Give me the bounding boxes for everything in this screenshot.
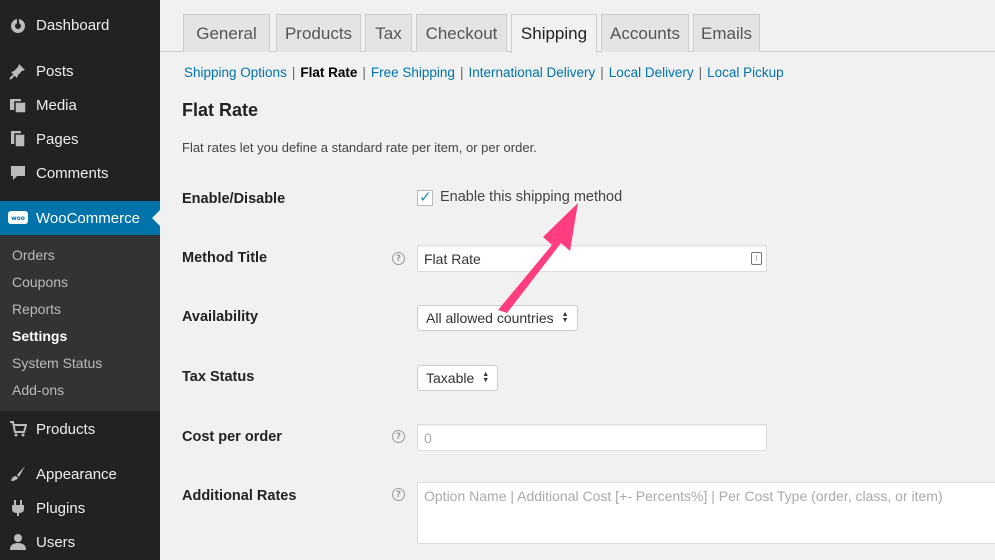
method-title-label: Method Title — [182, 250, 268, 266]
plug-icon — [8, 498, 28, 518]
menu-label: Dashboard — [36, 16, 110, 34]
menu-item-plugins[interactable]: Plugins — [0, 491, 160, 525]
comments-icon — [8, 163, 28, 183]
menu-item-users[interactable]: Users — [0, 525, 160, 559]
tab-shipping[interactable]: Shipping — [511, 14, 597, 53]
menu-label: Appearance — [36, 465, 117, 483]
subsub-flat-rate: Flat Rate — [300, 65, 358, 80]
subsub-free-shipping[interactable]: Free Shipping — [371, 65, 455, 80]
menu-item-woocommerce[interactable]: woo WooCommerce — [0, 201, 160, 235]
help-icon[interactable]: ? — [392, 252, 405, 265]
enable-checkbox[interactable] — [417, 188, 433, 206]
tax-status-select[interactable]: Taxable ▲ ▼ — [417, 365, 499, 391]
user-icon — [8, 532, 28, 552]
menu-item-dashboard[interactable]: Dashboard — [0, 8, 160, 42]
shipping-section-nav: Shipping Options | Flat Rate | Free Shipping… — [184, 65, 784, 80]
select-arrows-icon: ▲ ▼ — [482, 371, 490, 384]
menu-item-appearance[interactable]: Appearance — [0, 457, 160, 491]
main-content: General Products Tax Checkout Shipping A… — [160, 0, 995, 560]
menu-label: Plugins — [36, 499, 86, 517]
menu-label: Media — [36, 96, 77, 114]
menu-label: Posts — [36, 62, 74, 80]
enable-checkbox-label[interactable]: Enable this shipping method — [440, 189, 622, 205]
woocommerce-submenu: Orders Coupons Reports Settings System S… — [0, 235, 160, 411]
media-icon — [8, 95, 28, 115]
subsub-local-pickup[interactable]: Local Pickup — [707, 65, 784, 80]
method-title-input[interactable]: Flat Rate ⁝ — [417, 245, 767, 272]
additional-rates-textarea[interactable]: Option Name | Additional Cost [+- Percen… — [417, 482, 995, 544]
submenu-reports[interactable]: Reports — [12, 301, 61, 317]
subsub-local-delivery[interactable]: Local Delivery — [609, 65, 694, 80]
additional-rates-placeholder: Option Name | Additional Cost [+- Percen… — [424, 488, 943, 504]
select-arrows-icon: ▲ ▼ — [561, 311, 569, 324]
pages-icon — [8, 129, 28, 149]
menu-label: Pages — [36, 130, 79, 148]
cost-label: Cost per order — [182, 429, 282, 445]
pin-icon — [8, 61, 28, 81]
tab-general[interactable]: General — [183, 14, 270, 52]
help-icon[interactable]: ? — [392, 430, 405, 443]
menu-label: Comments — [36, 164, 109, 182]
submenu-add-ons[interactable]: Add-ons — [12, 382, 64, 398]
tax-status-label: Tax Status — [182, 369, 255, 385]
menu-item-media[interactable]: Media — [0, 88, 160, 122]
availability-label: Availability — [182, 309, 259, 325]
menu-item-products[interactable]: Products — [0, 412, 160, 446]
menu-label: WooCommerce — [36, 209, 140, 227]
help-icon[interactable]: ? — [392, 488, 405, 501]
tab-checkout[interactable]: Checkout — [416, 14, 507, 52]
submenu-orders[interactable]: Orders — [12, 247, 55, 263]
section-description: Flat rates let you define a standard rat… — [182, 140, 537, 155]
menu-item-posts[interactable]: Posts — [0, 54, 160, 88]
additional-rates-label: Additional Rates — [182, 488, 297, 504]
admin-sidebar: Dashboard Posts Media Pages Comments woo… — [0, 0, 160, 560]
submenu-settings[interactable]: Settings — [12, 328, 67, 344]
section-title: Flat Rate — [182, 100, 259, 120]
tab-tax[interactable]: Tax — [365, 14, 412, 52]
woo-icon: woo — [8, 208, 28, 228]
cost-placeholder: 0 — [424, 429, 432, 446]
settings-tabs: General Products Tax Checkout Shipping A… — [160, 0, 995, 53]
subsub-international-delivery[interactable]: International Delivery — [468, 65, 595, 80]
subsub-shipping-options[interactable]: Shipping Options — [184, 65, 287, 80]
cart-icon — [8, 419, 28, 439]
active-indicator — [152, 210, 160, 226]
method-title-value: Flat Rate — [424, 250, 481, 267]
tab-emails[interactable]: Emails — [693, 14, 760, 52]
menu-label: Users — [36, 533, 76, 551]
availability-value: All allowed countries — [426, 310, 554, 326]
submenu-system-status[interactable]: System Status — [12, 355, 102, 371]
tab-products[interactable]: Products — [276, 14, 361, 52]
cost-input[interactable]: 0 — [417, 424, 767, 451]
menu-item-pages[interactable]: Pages — [0, 122, 160, 156]
keychain-icon[interactable]: ⁝ — [751, 252, 762, 265]
tax-status-value: Taxable — [426, 370, 475, 386]
tab-accounts[interactable]: Accounts — [601, 14, 689, 52]
woo-badge-text: woo — [11, 215, 25, 222]
enable-label: Enable/Disable — [182, 191, 286, 207]
brush-icon — [8, 464, 28, 484]
availability-select[interactable]: All allowed countries ▲ ▼ — [417, 305, 578, 331]
submenu-coupons[interactable]: Coupons — [12, 274, 68, 290]
dashboard-icon — [8, 15, 28, 35]
menu-item-comments[interactable]: Comments — [0, 156, 160, 190]
menu-label: Products — [36, 420, 96, 438]
